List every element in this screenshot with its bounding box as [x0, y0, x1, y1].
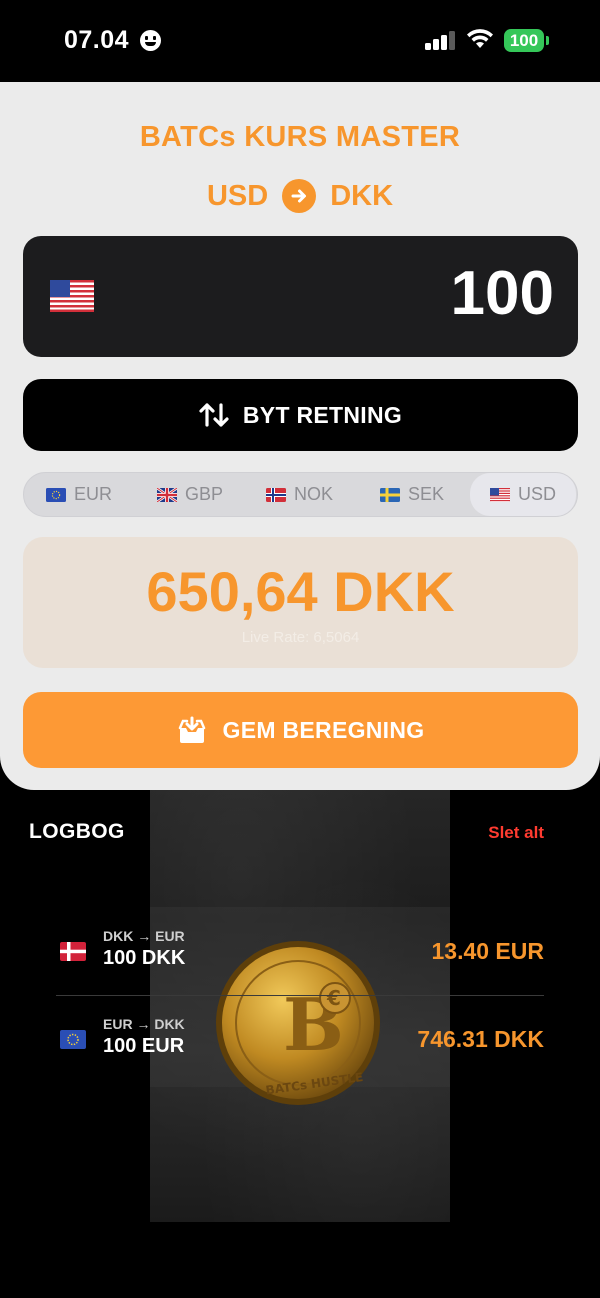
- amount-input-card[interactable]: 100: [23, 236, 578, 357]
- save-button-label: GEM BEREGNING: [222, 716, 425, 743]
- currency-option-sek[interactable]: SEK: [380, 473, 444, 516]
- save-calculation-button[interactable]: GEM BEREGNING: [23, 692, 578, 768]
- uk-flag-icon: [157, 487, 177, 502]
- log-entry-amount: 100 EUR: [103, 1035, 185, 1057]
- swap-arrows-icon: [199, 403, 229, 427]
- pair-from: USD: [206, 179, 269, 212]
- log-entry-pair: DKK → EUR: [103, 928, 185, 944]
- log-entry-result: 13.40 EUR: [431, 938, 544, 964]
- currency-option-usd[interactable]: USD: [470, 473, 576, 516]
- logbook-title: LOGBOG: [29, 820, 125, 843]
- eu-flag-icon: [46, 487, 66, 502]
- norway-flag-icon: [266, 487, 286, 502]
- sweden-flag-icon: [380, 487, 400, 502]
- result-value: 650,64 DKK: [146, 560, 455, 623]
- smiley-icon: [140, 30, 161, 51]
- currency-pair: USD DKK: [0, 176, 600, 216]
- clear-all-button[interactable]: Slet alt: [488, 823, 544, 843]
- status-bar: 07.04 100: [0, 0, 600, 82]
- battery-indicator: 100: [504, 29, 544, 52]
- result-card: 650,64 DKK Live Rate: 6,5064: [23, 537, 578, 668]
- currency-option-nok[interactable]: NOK: [266, 473, 333, 516]
- battery-tip: [546, 36, 549, 45]
- log-entry-pair: EUR → DKK: [103, 1016, 185, 1032]
- currency-option-eur[interactable]: EUR: [46, 473, 112, 516]
- wifi-icon: [467, 29, 493, 48]
- pair-to: DKK: [330, 179, 394, 212]
- swap-direction-button[interactable]: BYT RETNING: [23, 379, 578, 451]
- live-rate-text: Live Rate: 6,5064: [241, 629, 360, 646]
- log-entry-result: 746.31 DKK: [417, 1026, 544, 1052]
- eu-flag-icon: [60, 1030, 86, 1049]
- app-title: BATCs KURS MASTER: [139, 121, 461, 153]
- svg-text:€: €: [326, 986, 341, 1010]
- log-entry[interactable]: EUR → DKK 100 EUR 746.31 DKK: [56, 1012, 544, 1072]
- save-tray-icon: [178, 716, 205, 743]
- denmark-flag-icon: [60, 942, 86, 961]
- amount-input[interactable]: 100: [451, 258, 554, 329]
- arrow-right-circle-icon: [282, 179, 317, 213]
- cellular-signal-icon: [425, 31, 457, 50]
- status-time: 07.04: [64, 26, 130, 54]
- log-entry-amount: 100 DKK: [103, 947, 186, 969]
- log-divider: [56, 995, 544, 996]
- currency-option-gbp[interactable]: GBP: [157, 473, 223, 516]
- currency-selector: EUR GBP NOK SEK USD: [23, 472, 578, 517]
- log-entry[interactable]: DKK → EUR 100 DKK 13.40 EUR: [56, 924, 544, 984]
- swap-button-label: BYT RETNING: [242, 401, 403, 428]
- us-flag-icon: [489, 487, 510, 502]
- us-flag-icon: [50, 280, 94, 312]
